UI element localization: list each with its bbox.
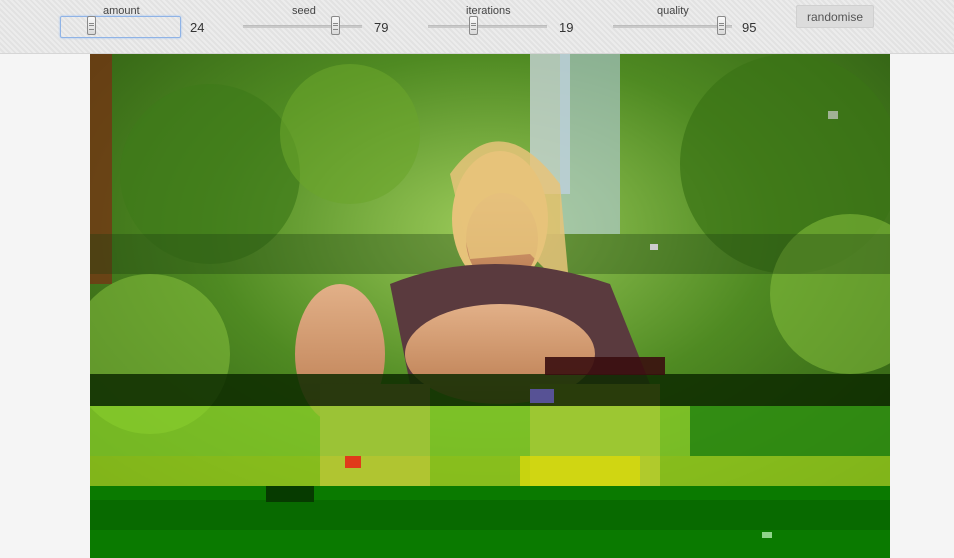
glitch-canvas: [90, 54, 890, 558]
seed-label: seed: [292, 5, 316, 17]
amount-slider[interactable]: [60, 16, 181, 38]
amount-slider-thumb[interactable]: [87, 16, 96, 35]
quality-slider-thumb[interactable]: [717, 16, 726, 35]
glitched-photo: [90, 54, 890, 558]
quality-value: 95: [742, 20, 757, 35]
seed-slider-thumb[interactable]: [331, 16, 340, 35]
seed-slider[interactable]: [243, 25, 362, 28]
seed-value: 79: [374, 20, 389, 35]
quality-label: quality: [657, 5, 689, 17]
iterations-value: 19: [559, 20, 574, 35]
amount-value: 24: [190, 20, 205, 35]
controls-toolbar: amount 24 seed 79 iterations 19 quality …: [0, 0, 954, 54]
randomise-button[interactable]: randomise: [796, 5, 874, 28]
quality-slider[interactable]: [613, 25, 732, 28]
iterations-slider[interactable]: [428, 25, 547, 28]
iterations-slider-thumb[interactable]: [469, 16, 478, 35]
